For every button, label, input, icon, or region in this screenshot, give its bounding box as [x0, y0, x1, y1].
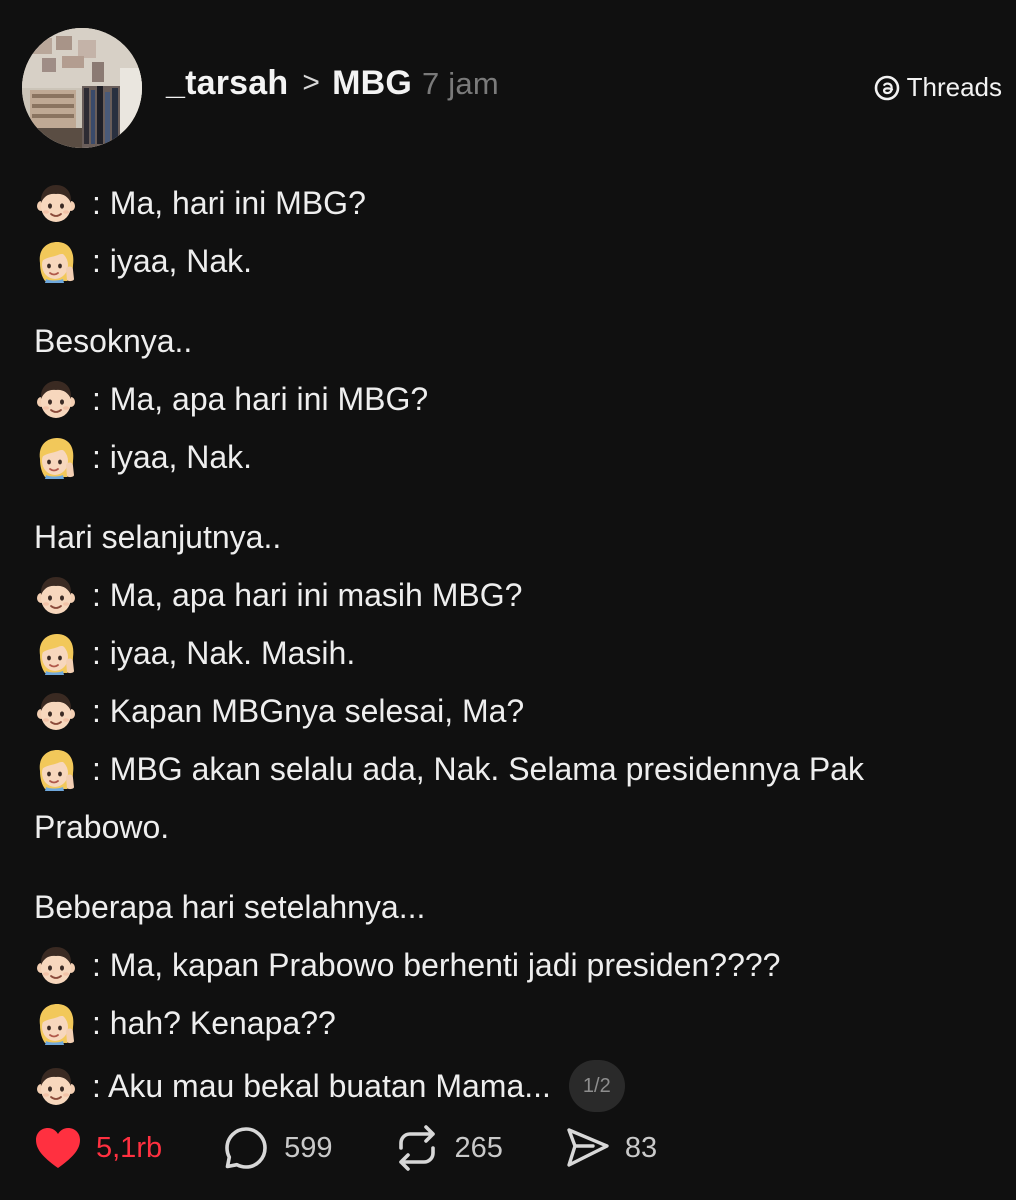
- brand-label: Threads: [906, 72, 1002, 102]
- chevron-right-icon: >: [302, 66, 321, 99]
- repost-count: 265: [454, 1131, 503, 1164]
- threads-brand: Threads: [873, 72, 1002, 103]
- dialogue-line: : Ma, kapan Prabowo berhenti jadi presid…: [34, 936, 994, 994]
- threads-logo-icon: [874, 75, 899, 100]
- repost-icon: [398, 1125, 435, 1171]
- share-button[interactable]: 83: [563, 1124, 657, 1172]
- boy-emoji-icon: [34, 943, 78, 987]
- line-text: : Ma, hari ini MBG?: [92, 185, 366, 221]
- line-text: : iyaa, Nak.: [92, 243, 253, 279]
- line-text: : iyaa, Nak.: [92, 439, 253, 475]
- woman-emoji-icon: [34, 1001, 78, 1045]
- boy-emoji-icon: [34, 689, 78, 733]
- dialogue-line: : Aku mau bekal buatan Mama... 1/2: [34, 1052, 994, 1120]
- dialogue-line: : hah? Kenapa??: [34, 994, 994, 1052]
- dialogue-line: : iyaa, Nak.: [34, 428, 994, 486]
- like-button[interactable]: 5,1rb: [34, 1126, 162, 1170]
- line-text: : MBG akan selalu ada, Nak. Selama presi…: [34, 751, 864, 845]
- topic-tag[interactable]: MBG: [332, 64, 412, 103]
- dialogue-line: : Ma, apa hari ini MBG?: [34, 370, 994, 428]
- line-text: : Aku mau bekal buatan Mama...: [92, 1068, 551, 1104]
- comment-icon: [225, 1127, 267, 1169]
- narration-line: Hari selanjutnya..: [34, 508, 994, 566]
- boy-emoji-icon: [34, 377, 78, 421]
- threads-post: _tarsah > MBG 7 jam Threads : Ma, hari i…: [0, 0, 1016, 1200]
- reply-button[interactable]: 599: [222, 1124, 333, 1172]
- page-indicator-badge: 1/2: [568, 1060, 625, 1112]
- line-text: : Ma, apa hari ini MBG?: [92, 381, 429, 417]
- narration-line: Beberapa hari setelahnya...: [34, 878, 994, 936]
- line-text: : iyaa, Nak. Masih.: [92, 635, 356, 671]
- line-text: Hari selanjutnya..: [34, 519, 282, 555]
- boy-emoji-icon: [34, 181, 78, 225]
- line-text: : Ma, apa hari ini masih MBG?: [92, 577, 523, 613]
- dialogue-line: : iyaa, Nak. Masih.: [34, 624, 994, 682]
- action-bar: 5,1rb 599 265 83: [34, 1120, 717, 1176]
- boy-emoji-icon: [34, 573, 78, 617]
- reply-count: 599: [284, 1131, 333, 1164]
- line-text: : hah? Kenapa??: [92, 1005, 336, 1041]
- woman-emoji-icon: [34, 631, 78, 675]
- send-icon: [567, 1128, 609, 1167]
- post-time: 7 jam: [422, 66, 499, 101]
- woman-emoji-icon: [34, 239, 78, 283]
- like-count: 5,1rb: [96, 1131, 163, 1164]
- dialogue-line: : iyaa, Nak.: [34, 232, 994, 290]
- dialogue-line: : Kapan MBGnya selesai, Ma?: [34, 682, 994, 740]
- line-text: : Ma, kapan Prabowo berhenti jadi presid…: [92, 947, 781, 983]
- woman-emoji-icon: [34, 747, 78, 791]
- repost-button[interactable]: 265: [393, 1124, 503, 1172]
- boy-emoji-icon: [34, 1064, 78, 1108]
- narration-line: Besoknya..: [34, 312, 994, 370]
- dialogue-line: : Ma, hari ini MBG?: [34, 174, 994, 232]
- dialogue-line: : Ma, apa hari ini masih MBG?: [34, 566, 994, 624]
- line-text: Besoknya..: [34, 323, 193, 359]
- line-text: : Kapan MBGnya selesai, Ma?: [92, 693, 525, 729]
- heart-icon: [36, 1128, 80, 1168]
- dialogue-line: : MBG akan selalu ada, Nak. Selama presi…: [34, 740, 994, 856]
- post-header: _tarsah > MBG 7 jam Threads: [22, 28, 1002, 148]
- share-count: 83: [624, 1131, 658, 1164]
- line-text: Beberapa hari setelahnya...: [34, 889, 426, 925]
- avatar[interactable]: [22, 28, 142, 148]
- author-line: _tarsah > MBG 7 jam: [166, 64, 499, 103]
- username[interactable]: _tarsah: [166, 64, 288, 103]
- woman-emoji-icon: [34, 435, 78, 479]
- post-body: : Ma, hari ini MBG? : iyaa, Nak. Besokny…: [34, 174, 994, 1120]
